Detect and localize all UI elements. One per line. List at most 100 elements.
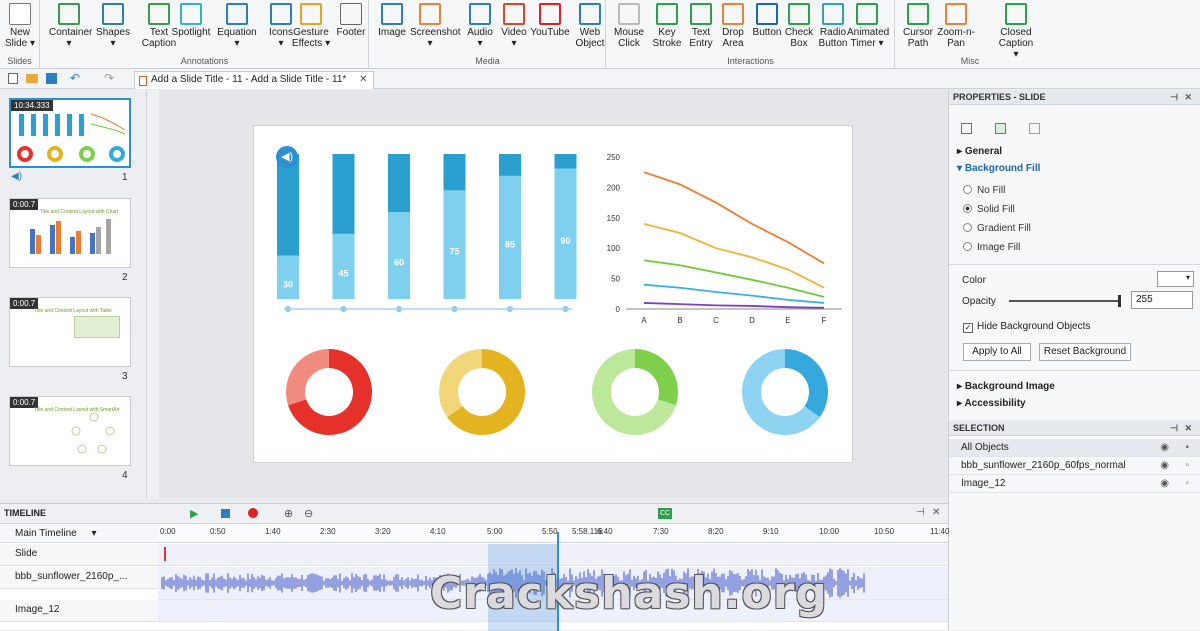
new-file-icon[interactable]	[8, 73, 18, 84]
ruler-tick-label: 8:20	[708, 527, 724, 536]
eye-icon[interactable]: ◉	[1160, 478, 1169, 489]
background-fill-section[interactable]: ▾ Background Fill	[957, 163, 1040, 174]
save-icon[interactable]	[46, 73, 57, 84]
lock-icon[interactable]: ▪	[1185, 442, 1189, 453]
pin-icon[interactable]: ⊣	[1170, 423, 1178, 434]
selection-row-all[interactable]: All Objects ◉ ▪	[949, 439, 1200, 457]
screenshot-button[interactable]: Screenshot ▾	[410, 3, 461, 55]
lock-icon[interactable]: ▫	[1185, 460, 1189, 471]
image-icon	[381, 3, 403, 25]
pie-slice	[286, 349, 329, 406]
properties-tab-icon[interactable]	[961, 123, 972, 134]
apply-to-all-button[interactable]: Apply to All	[963, 343, 1031, 361]
accessibility-section[interactable]: ▸ Accessibility	[957, 398, 1026, 409]
close-panel-icon[interactable]: ✕	[1184, 92, 1192, 103]
timeline-row-image[interactable]: Image_12	[0, 600, 158, 622]
eye-icon[interactable]: ◉	[1160, 460, 1169, 471]
ruler-tick-label: 6:40	[597, 527, 613, 536]
ruler-tick-label: 1:40	[265, 527, 281, 536]
icons-icon	[270, 3, 292, 25]
pin-icon[interactable]: ⊣	[1170, 92, 1178, 103]
spotlight-button[interactable]: Spotlight	[171, 3, 211, 55]
bar	[277, 255, 299, 299]
ribbon-button-label: Footer	[336, 27, 366, 38]
cursor-path-button[interactable]: Cursor Path	[898, 3, 938, 55]
timeline-row-video[interactable]: bbb_sunflower_2160p_...	[0, 567, 158, 589]
opacity-label: Opacity	[962, 296, 996, 307]
slide-thumbnail-2[interactable]: 0:00.7 Title and Content Layout with Cha…	[9, 198, 131, 268]
speaker-icon[interactable]: ◀)	[276, 146, 298, 168]
thumbnail-audio-icon: ◀)	[11, 171, 23, 182]
pin-icon[interactable]: ⊣	[916, 507, 925, 518]
timeline-row-slide[interactable]: Slide	[0, 544, 158, 566]
ruler-tick-label: 4:10	[430, 527, 446, 536]
selection-row-image[interactable]: Image_12 ◉ ▫	[949, 475, 1200, 493]
chevron-down-icon: ▾	[91, 528, 97, 539]
bar	[499, 175, 521, 299]
properties-header: PROPERTIES - SLIDE ⊣ ✕	[949, 90, 1200, 105]
hide-background-checkbox[interactable]: ✓ Hide Background Objects	[963, 321, 1090, 333]
new-slide-button[interactable]: New Slide ▾	[3, 3, 37, 55]
color-picker[interactable]: ▾	[1157, 271, 1194, 287]
ruler-tick-label: 10:50	[874, 527, 895, 536]
slider-thumb[interactable]	[1118, 295, 1121, 307]
undo-icon[interactable]: ↶	[70, 71, 80, 85]
gesture-button[interactable]: Gesture Effects ▾	[291, 3, 331, 55]
gradient-fill-radio[interactable]: Gradient Fill	[963, 223, 1031, 234]
close-tab-icon[interactable]: ✕	[359, 74, 367, 85]
youtube-button[interactable]: YouTube	[530, 3, 570, 55]
cc-button[interactable]: Closed Caption ▾	[996, 3, 1036, 60]
close-panel-icon[interactable]: ✕	[932, 507, 940, 518]
mouse-button[interactable]: Mouse Click	[609, 3, 649, 55]
image-fill-radio[interactable]: Image Fill	[963, 242, 1020, 253]
cc-icon	[1005, 3, 1027, 25]
lock-icon[interactable]: ▫	[1185, 478, 1189, 489]
record-icon[interactable]	[248, 508, 258, 518]
play-icon[interactable]: ▶	[190, 507, 198, 520]
slide-canvas[interactable]: 30 45 60 75 85 90 0 50 100 150 200 250 A B C D E F ◀)	[253, 125, 853, 463]
timeline-toolbar: TIMELINE ▶ ⊕ ⊖ CC ⊣ ✕	[0, 504, 948, 524]
image-button[interactable]: Image	[372, 3, 412, 55]
equation-button[interactable]: Equation ▾	[217, 3, 257, 55]
redo-icon[interactable]: ↷	[104, 71, 114, 85]
solid-fill-radio[interactable]: Solid Fill	[963, 204, 1015, 215]
video-icon	[503, 3, 525, 25]
selection-row-video[interactable]: bbb_sunflower_2160p_60fps_normal ◉ ▫	[949, 457, 1200, 475]
footer-button[interactable]: Footer	[331, 3, 371, 55]
opacity-slider[interactable]	[1009, 295, 1121, 307]
web-object-button[interactable]: Web Object	[570, 3, 610, 55]
eye-icon[interactable]: ◉	[1160, 442, 1169, 453]
slide-thumbnail-1[interactable]: 10:34.333	[9, 98, 131, 168]
zoom-pan-button[interactable]: Zoom-n-Pan	[936, 3, 976, 55]
main-timeline-row[interactable]: Main Timeline ▾	[0, 525, 158, 543]
opacity-input[interactable]: 255	[1131, 291, 1193, 309]
selection-panel: SELECTION ⊣ ✕ All Objects ◉ ▪ bbb_sunflowe…	[948, 421, 1200, 630]
shapes-button[interactable]: Shapes ▾	[93, 3, 133, 55]
line-series	[643, 223, 825, 289]
document-tab[interactable]: Add a Slide Title - 11 - Add a Slide Tit…	[134, 71, 375, 89]
background-image-section[interactable]: ▸ Background Image	[957, 381, 1055, 392]
timeline-ruler[interactable]: 0:00 0:50 1:40 2:30 3:20 4:10 5:00 5:50 5:58.116…	[158, 525, 949, 543]
cc-icon[interactable]: CC	[658, 508, 672, 519]
zoom-pan-icon	[945, 3, 967, 25]
slide-thumbnail-3[interactable]: 0:00.7 Title and Content Layout with Tab…	[9, 297, 131, 367]
open-file-icon[interactable]	[26, 74, 38, 83]
group-label: Misc	[960, 56, 980, 66]
zoom-in-icon[interactable]: ⊕	[284, 507, 293, 520]
slide-thumbnail-4[interactable]: 0:00.7 Title and Content Layout with Sma…	[9, 396, 131, 466]
zoom-out-icon[interactable]: ⊖	[304, 507, 313, 520]
ribbon-group-slides: New Slide ▾ Slides	[0, 0, 40, 69]
video-button[interactable]: Video ▾	[494, 3, 534, 55]
transitions-tab-icon[interactable]	[995, 123, 1006, 134]
effects-tab-icon[interactable]	[1029, 123, 1040, 134]
timer-button[interactable]: Animated Timer ▾	[847, 3, 889, 55]
ribbon-button-label: Cursor Path	[902, 27, 933, 49]
no-fill-radio[interactable]: No Fill	[963, 185, 1005, 196]
reset-background-button[interactable]: Reset Background	[1039, 343, 1131, 361]
general-section[interactable]: ▸ General	[957, 146, 1002, 157]
thumbnails-scrollbar[interactable]	[147, 90, 159, 498]
close-panel-icon[interactable]: ✕	[1184, 423, 1192, 434]
ribbon-button-label: Button	[752, 27, 782, 38]
stop-icon[interactable]	[221, 509, 230, 518]
container-button[interactable]: Container ▾	[49, 3, 92, 55]
